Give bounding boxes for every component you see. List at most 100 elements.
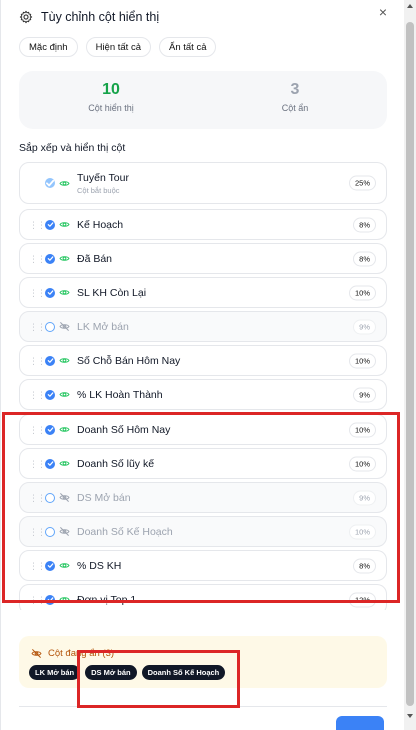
hidden-chip[interactable]: LK Mở bán	[29, 665, 81, 680]
eye-icon	[59, 290, 70, 295]
eye-icon	[59, 180, 70, 186]
column-row[interactable]: ⋮⋮ Kế Hoạch 8%	[19, 209, 387, 240]
column-row[interactable]: ⋮⋮ Đã Bán 8%	[19, 243, 387, 274]
checked-icon[interactable]	[45, 424, 55, 435]
checked-icon[interactable]	[45, 355, 55, 366]
drag-handle-icon[interactable]: ⋮⋮	[29, 220, 46, 229]
drag-handle-icon[interactable]: ⋮⋮	[29, 527, 46, 536]
checked-icon[interactable]	[45, 219, 55, 230]
column-name-wrap: Doanh Số lũy kế	[70, 458, 154, 470]
column-name-wrap: LK Mở bán	[70, 321, 129, 333]
column-row[interactable]: ⋮⋮ DS Mở bán 9%	[19, 482, 387, 513]
eye-off-icon	[59, 322, 70, 331]
checked-icon[interactable]	[45, 458, 55, 469]
show-all-button[interactable]: Hiện tất cả	[85, 37, 151, 57]
hidden-stat: 3 Cột ẩn	[203, 71, 387, 129]
width-badge[interactable]: 8%	[353, 251, 376, 266]
checked-icon[interactable]	[45, 253, 55, 264]
column-name-wrap: SL KH Còn Lại	[70, 287, 146, 299]
hidden-count: 3	[290, 81, 300, 98]
column-name-wrap: Đã Bán	[70, 253, 112, 265]
column-name: Doanh Số Hôm Nay	[77, 423, 171, 436]
width-badge[interactable]: 9%	[353, 387, 376, 402]
column-row[interactable]: ⋮⋮ % DS KH 8%	[19, 550, 387, 581]
width-badge[interactable]: 10%	[348, 285, 376, 300]
column-name-wrap: % LK Hoàn Thành	[70, 389, 163, 401]
column-row[interactable]: ⋮⋮ LK Mở bán 9%	[19, 311, 387, 342]
default-button[interactable]: Mặc định	[19, 37, 78, 57]
column-name: SL KH Còn Lại	[77, 286, 147, 299]
drag-handle-icon[interactable]: ⋮⋮	[29, 288, 46, 297]
section-label: Sắp xếp và hiển thị cột	[19, 142, 126, 154]
unchecked-icon[interactable]	[45, 492, 55, 503]
column-name-wrap: Tuyến Tour Cột bắt buộc	[70, 172, 129, 195]
width-badge[interactable]: 9%	[353, 490, 376, 505]
hidden-label: Cột ẩn	[281, 103, 309, 113]
column-row[interactable]: Tuyến Tour Cột bắt buộc 25%	[19, 162, 387, 204]
eye-icon	[59, 461, 70, 466]
column-name-wrap: Doanh Số Kế Hoạch	[70, 526, 173, 538]
column-name-wrap: Doanh Số Hôm Nay	[70, 424, 170, 436]
width-badge[interactable]: 25%	[348, 175, 376, 191]
unchecked-icon[interactable]	[45, 526, 55, 537]
drag-handle-icon[interactable]: ⋮⋮	[29, 459, 46, 468]
checked-icon[interactable]	[45, 594, 55, 605]
footer-apply-button[interactable]	[336, 716, 384, 730]
width-badge[interactable]: 10%	[348, 422, 376, 437]
gear-icon	[19, 10, 33, 24]
close-icon[interactable]: ×	[376, 5, 390, 20]
hidden-chip[interactable]: DS Mở bán	[85, 665, 137, 680]
eye-icon	[59, 563, 70, 568]
column-row[interactable]: ⋮⋮ Doanh Số Hôm Nay 10%	[19, 414, 387, 445]
drag-handle-icon[interactable]: ⋮⋮	[29, 254, 46, 263]
hide-all-button[interactable]: Ẩn tất cả	[158, 37, 217, 57]
drag-handle-icon[interactable]: ⋮⋮	[29, 356, 46, 365]
footer-cancel-button[interactable]	[301, 720, 315, 728]
eye-icon	[59, 597, 70, 602]
column-row[interactable]: ⋮⋮ % LK Hoàn Thành 9%	[19, 379, 387, 410]
column-row[interactable]: ⋮⋮ Doanh Số Kế Hoạch 10%	[19, 516, 387, 547]
column-name: Số Chỗ Bán Hôm Nay	[77, 354, 181, 367]
panel-header: Tùy chỉnh cột hiển thị	[19, 10, 159, 24]
hidden-chip[interactable]: Doanh Số Kế Hoạch	[141, 665, 226, 680]
column-name-wrap: Số Chỗ Bán Hôm Nay	[70, 355, 180, 367]
checked-icon[interactable]	[45, 287, 55, 298]
width-badge[interactable]: 10%	[348, 456, 376, 471]
visible-stat: 10 Cột hiển thị	[19, 71, 203, 129]
column-name: Kế Hoạch	[77, 218, 124, 231]
column-name-wrap: Kế Hoạch	[70, 219, 123, 231]
unchecked-icon[interactable]	[45, 321, 55, 332]
drag-handle-icon[interactable]: ⋮⋮	[29, 493, 46, 502]
drag-handle-icon[interactable]: ⋮⋮	[29, 322, 46, 331]
column-row[interactable]: ⋮⋮ Đơn vị Top 1 12%	[19, 584, 387, 610]
hidden-columns-title: Cột đang ẩn (3)	[48, 648, 115, 659]
column-row[interactable]: ⋮⋮ SL KH Còn Lại 10%	[19, 277, 387, 308]
width-badge[interactable]: 8%	[353, 217, 376, 232]
visible-label: Cột hiển thị	[88, 103, 134, 113]
column-name: % LK Hoàn Thành	[77, 388, 163, 401]
scroll-thumb[interactable]	[406, 22, 414, 706]
column-row[interactable]: ⋮⋮ Doanh Số lũy kế 10%	[19, 448, 387, 479]
column-subtitle: Cột bắt buộc	[77, 185, 120, 195]
scroll-down-icon[interactable]	[406, 712, 414, 720]
scroll-up-icon[interactable]	[406, 2, 414, 10]
column-name: DS Mở bán	[77, 491, 131, 504]
drag-handle-icon[interactable]: ⋮⋮	[29, 425, 46, 434]
width-badge[interactable]: 8%	[353, 558, 376, 573]
checked-icon[interactable]	[45, 560, 55, 571]
drag-handle-icon[interactable]: ⋮⋮	[29, 390, 46, 399]
width-badge[interactable]: 12%	[348, 592, 376, 607]
width-badge[interactable]: 10%	[348, 353, 376, 368]
checked-icon[interactable]	[45, 389, 55, 400]
width-badge[interactable]: 9%	[353, 319, 376, 334]
quick-actions: Mặc định Hiện tất cả Ẩn tất cả	[19, 37, 217, 57]
scrollbar[interactable]	[404, 0, 416, 730]
panel-title: Tùy chỉnh cột hiển thị	[41, 10, 160, 24]
column-row[interactable]: ⋮⋮ Số Chỗ Bán Hôm Nay 10%	[19, 345, 387, 376]
column-name: LK Mở bán	[77, 320, 129, 333]
hidden-columns-box: Cột đang ẩn (3) LK Mở bán DS Mở bán Doan…	[19, 636, 387, 688]
drag-handle-icon[interactable]: ⋮⋮	[29, 595, 46, 604]
drag-handle-icon[interactable]: ⋮⋮	[29, 561, 46, 570]
column-name: Đã Bán	[77, 252, 113, 265]
width-badge[interactable]: 10%	[348, 524, 376, 539]
